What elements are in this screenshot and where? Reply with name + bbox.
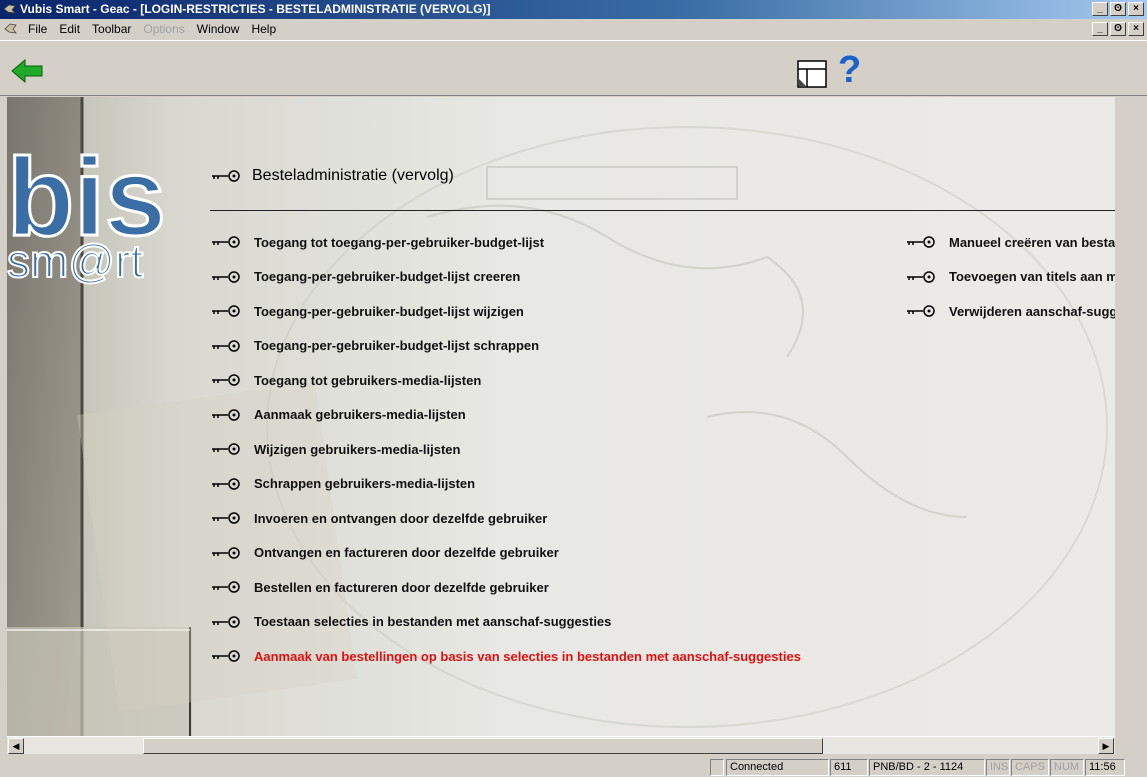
menu-option-label: Manueel creëren van bestar [949,234,1115,250]
menu-option[interactable]: Toegang-per-gebruiker-budget-lijst wijzi… [210,294,801,329]
menu-option-label: Schrappen gebruikers-media-lijsten [254,476,476,492]
menu-option-label: Toevoegen van titels aan m [949,269,1115,285]
toolbar: ? [0,40,1147,96]
menu-option-label: Wijzigen gebruikers-media-lijsten [254,441,461,457]
menu-option-label: Ontvangen en factureren door dezelfde ge… [254,545,559,561]
horizontal-scrollbar[interactable]: ◀ ▶ [7,736,1115,754]
key-icon [212,170,240,182]
window-icon[interactable] [795,57,829,91]
title-bar: Vubis Smart - Geac - [LOGIN-RESTRICTIES … [0,0,1147,19]
key-icon [212,512,240,524]
status-time: 11:56 [1085,759,1125,776]
menu-window[interactable]: Window [191,19,246,39]
menu-option[interactable]: Invoeren en ontvangen door dezelfde gebr… [210,501,801,536]
key-icon [212,374,240,386]
menu-option-label: Toegang-per-gebruiker-budget-lijst wijzi… [254,303,524,319]
menu-option[interactable]: Toegang-per-gebruiker-budget-lijst schra… [210,329,801,364]
status-bar: Connected 611 PNB/BD - 2 - 1124 INS CAPS… [0,756,1147,777]
main-content: bis sm@rt Besteladministratie (vervolg) … [7,97,1115,736]
key-icon [212,305,240,317]
menu-option-label: Toegang-per-gebruiker-budget-lijst schra… [254,338,540,354]
scrollbar-thumb[interactable] [143,738,823,754]
menu-option-label: Aanmaak gebruikers-media-lijsten [254,407,466,423]
key-icon [212,650,240,662]
key-icon [212,616,240,628]
right-panel [1115,97,1147,736]
help-icon[interactable]: ? [838,51,861,89]
status-caps: CAPS [1011,759,1049,776]
menu-option[interactable]: Wijzigen gebruikers-media-lijsten [210,432,801,467]
menu-option-label: Bestellen en factureren door dezelfde ge… [254,579,549,595]
key-icon [212,236,240,248]
back-arrow-icon[interactable] [10,57,44,85]
menu-option[interactable]: Toegang tot toegang-per-gebruiker-budget… [210,225,801,260]
menu-option-label: Toegang-per-gebruiker-budget-lijst creer… [254,269,521,285]
child-minimize-button[interactable]: _ [1092,22,1108,36]
key-icon [212,478,240,490]
menu-option[interactable]: Manueel creëren van bestar [905,225,1115,260]
menu-option[interactable]: Bestellen en factureren door dezelfde ge… [210,570,801,605]
status-spacer [710,759,724,776]
heading-divider [210,210,1115,211]
scroll-left-button[interactable]: ◀ [8,738,24,754]
child-restore-button[interactable]: ʘ [1110,22,1126,36]
menu-option[interactable]: Toevoegen van titels aan m [905,260,1115,295]
menu-option-label: Aanmaak van bestellingen op basis van se… [254,648,801,664]
menu-option-label: Invoeren en ontvangen door dezelfde gebr… [254,510,548,526]
scroll-right-button[interactable]: ▶ [1098,738,1114,754]
key-icon [212,581,240,593]
key-icon [212,340,240,352]
key-icon [907,305,935,317]
child-close-button[interactable]: × [1128,22,1144,36]
status-connection: Connected [726,759,829,776]
close-button[interactable]: × [1128,2,1144,16]
status-ins: INS [986,759,1010,776]
menu-option-label: Toegang tot gebruikers-media-lijsten [254,372,482,388]
menu-edit[interactable]: Edit [53,19,86,39]
status-location: PNB/BD - 2 - 1124 [869,759,985,776]
key-icon [212,271,240,283]
menu-option[interactable]: Toestaan selecties in bestanden met aans… [210,605,801,640]
key-icon [907,236,935,248]
options-list-left: Toegang tot toegang-per-gebruiker-budget… [210,225,801,674]
key-icon [212,443,240,455]
menu-option[interactable]: Schrappen gebruikers-media-lijsten [210,467,801,502]
app-icon [3,4,17,14]
key-icon [212,409,240,421]
menu-file[interactable]: File [22,19,53,39]
menu-options: Options [143,22,185,36]
document-icon [4,23,17,34]
menu-option-label: Toegang tot toegang-per-gebruiker-budget… [254,234,545,250]
menu-option-label: Toestaan selecties in bestanden met aans… [254,614,612,630]
menu-option[interactable]: Verwijderen aanschaf-sugge [905,294,1115,329]
menu-toolbar[interactable]: Toolbar [86,19,137,39]
heading-row: Besteladministratie (vervolg) [210,167,454,185]
restore-button[interactable]: ʘ [1110,2,1126,16]
menu-option[interactable]: Toegang-per-gebruiker-budget-lijst creer… [210,260,801,295]
menu-option[interactable]: Ontvangen en factureren door dezelfde ge… [210,536,801,571]
vubis-smart-logo: bis sm@rt [7,135,167,289]
page-heading: Besteladministratie (vervolg) [252,167,454,184]
status-code: 611 [830,759,868,776]
window-title: Vubis Smart - Geac - [LOGIN-RESTRICTIES … [20,2,491,16]
key-icon [212,547,240,559]
menu-option[interactable]: Aanmaak van bestellingen op basis van se… [210,639,801,674]
menu-help[interactable]: Help [245,19,282,39]
menu-option-label: Verwijderen aanschaf-sugge [949,303,1115,319]
options-list-right: Manueel creëren van bestar Toevoegen van … [905,225,1115,329]
menu-option[interactable]: Aanmaak gebruikers-media-lijsten [210,398,801,433]
status-num: NUM [1050,759,1084,776]
menu-bar: File Edit Toolbar Options Window Help _ ʘ × [0,19,1147,39]
key-icon [907,271,935,283]
menu-option[interactable]: Toegang tot gebruikers-media-lijsten [210,363,801,398]
minimize-button[interactable]: _ [1092,2,1108,16]
svg-text:sm@rt: sm@rt [7,235,143,287]
